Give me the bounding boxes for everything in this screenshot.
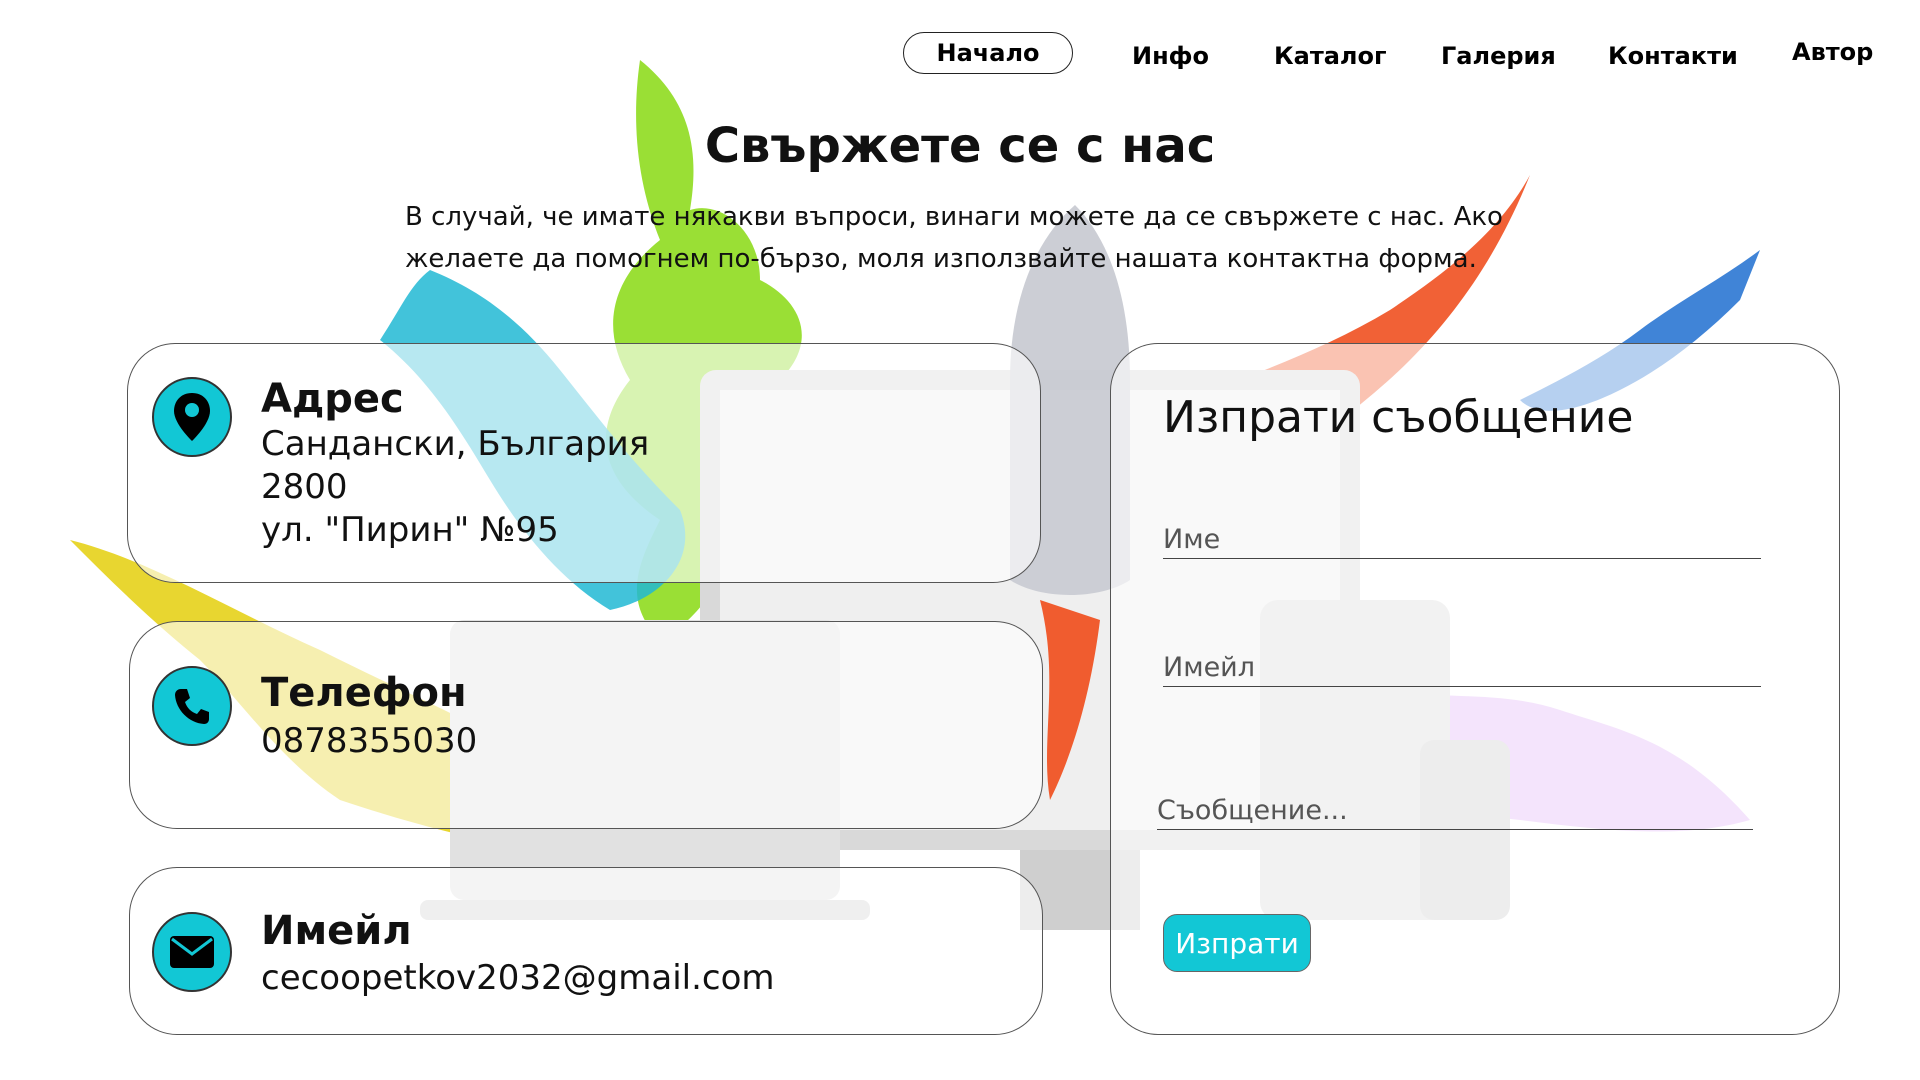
form-title: Изпрати съобщение [1163,392,1634,443]
email-address[interactable]: cecoopetkov2032@gmail.com [261,957,775,1000]
address-line-city: Сандански, България [261,424,650,464]
nav-catalog[interactable]: Каталог [1274,44,1387,68]
envelope-icon [152,912,232,992]
email-input[interactable] [1163,647,1761,687]
nav-info[interactable]: Инфо [1132,44,1209,68]
nav-gallery[interactable]: Галерия [1441,44,1556,68]
location-pin-icon [152,377,232,457]
send-button[interactable]: Изпрати [1163,914,1311,972]
page-title: Свържете се с нас [704,118,1216,174]
phone-number[interactable]: 0878355030 [261,720,477,763]
intro-text: В случай, че имате някакви въпроси, вина… [405,202,1503,274]
phone-title: Телефон [261,670,467,716]
nav-contacts[interactable]: Контакти [1608,44,1738,68]
address-card: Адрес Сандански, България 2800 ул. "Пири… [127,343,1041,583]
contact-form: Изпрати съобщение Изпрати [1110,343,1840,1035]
address-line-street: ул. "Пирин" №95 [261,510,559,550]
email-field [1163,647,1761,687]
address-title: Адрес [261,376,404,422]
nav-author[interactable]: Автор [1792,40,1873,64]
top-navigation: Начало Инфо Каталог Галерия Контакти Авт… [0,0,1920,100]
address-line-zip: 2800 [261,467,348,507]
email-card: Имейл cecoopetkov2032@gmail.com [129,867,1043,1035]
email-title: Имейл [261,908,412,954]
phone-card: Телефон 0878355030 [129,621,1043,829]
message-input[interactable] [1157,790,1753,830]
phone-icon [152,666,232,746]
nav-home[interactable]: Начало [903,32,1073,74]
message-field [1157,790,1753,830]
name-field [1163,519,1761,559]
name-input[interactable] [1163,519,1761,559]
